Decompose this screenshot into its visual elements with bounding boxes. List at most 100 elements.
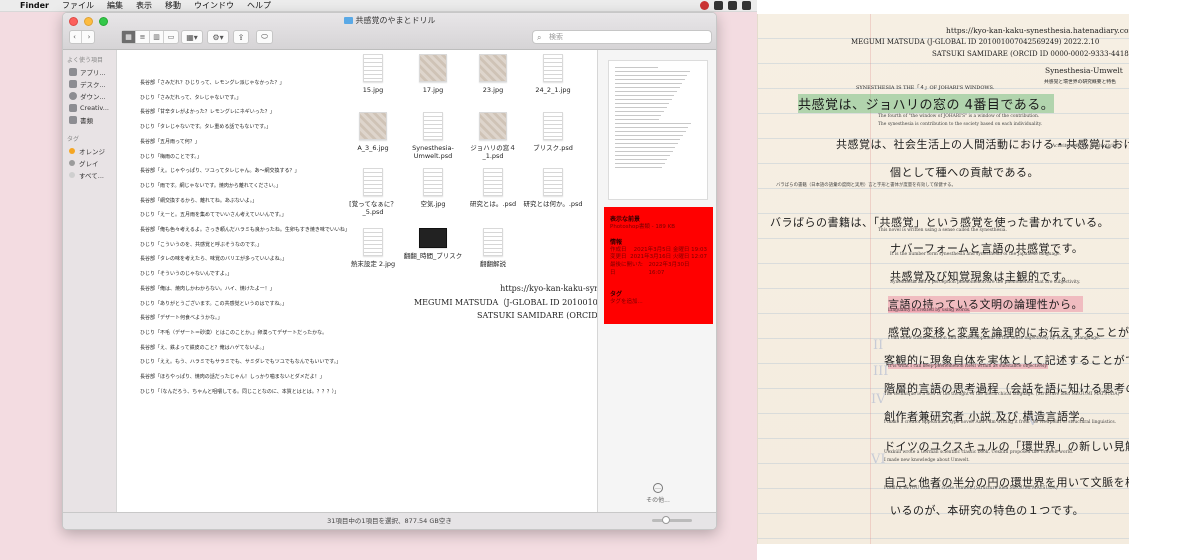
menu-go[interactable]: 移動 bbox=[165, 0, 181, 11]
desktop-icon bbox=[69, 80, 77, 88]
sidebar: よく使う項目 アプリ... デスク... ダウン... Creativ... 書… bbox=[63, 50, 117, 514]
sidebar-item-desktop[interactable]: デスク... bbox=[63, 78, 116, 90]
overlay-orcid-line: SATSUKI SAMIDARE (ORCID ID 0000-0002-933… bbox=[477, 311, 597, 320]
document-line: ひじり「（なんだろう、ちゃんと咀嚼してる。同じことなのに、本質とはとは。？？？）… bbox=[140, 388, 340, 395]
file-name: 研究とは何か。.psd bbox=[523, 200, 583, 208]
tag-button[interactable]: ⬭ bbox=[256, 30, 273, 44]
icon-view-icon[interactable]: ▦ bbox=[122, 31, 136, 43]
document-line: ひじり「えーと。五月雨を集めてでいいさん考えていいんです。」 bbox=[140, 212, 287, 219]
handwritten-line: 個として種への貢献である。 bbox=[890, 166, 1040, 179]
document-line: ひじり「ありがとうございます。この共感覚というのはですね。」 bbox=[140, 300, 288, 307]
share-icon: ⇪ bbox=[237, 32, 245, 42]
menu-window[interactable]: ウインドウ bbox=[194, 0, 234, 11]
document-line: ひじり「雨です。網じゃないです。焼肉から離れてください。」 bbox=[140, 182, 282, 189]
roman-numeral: IV bbox=[871, 392, 886, 407]
document-text: 長谷部「さみだれ？ひじりって、レモングレ派じゃなかった？」 ひじり「さみだれって、… bbox=[140, 76, 370, 399]
sidebar-tag-orange[interactable]: オレンジ bbox=[63, 145, 116, 157]
info-header: 情報 bbox=[610, 239, 623, 247]
sidebar-item-documents[interactable]: 書類 bbox=[63, 114, 116, 126]
menu-finder[interactable]: Finder bbox=[20, 1, 49, 10]
english-line: I make a creator appearance type novel. … bbox=[884, 420, 1117, 425]
roman-numeral: III bbox=[873, 364, 889, 379]
list-view-icon[interactable]: ≡ bbox=[136, 31, 150, 43]
title-bar: 共感覚のやまとドリル ‹ › ▦ ≡ ▥ ▭ ▦▾ ⚙▾ ⇪ ⬭ ⌕ 検索 bbox=[63, 13, 716, 50]
document-icon bbox=[69, 116, 77, 124]
icon-size-slider[interactable] bbox=[652, 516, 692, 524]
file-item[interactable]: Synesthesia-Umwelt.psd bbox=[403, 112, 463, 160]
sidebar-item-creative[interactable]: Creativ... bbox=[63, 102, 116, 114]
document-line: 長谷部「デザート何食べようかな。」 bbox=[140, 315, 223, 322]
menu-help[interactable]: ヘルプ bbox=[247, 0, 271, 11]
menu-view[interactable]: 表示 bbox=[136, 0, 152, 11]
record-icon[interactable] bbox=[700, 1, 709, 10]
english-line: Synesthesia and a perception phenomenon … bbox=[890, 280, 1081, 285]
search-icon: ⌕ bbox=[537, 33, 542, 42]
group-icon: ▦▾ bbox=[186, 32, 198, 42]
file-item[interactable]: [覚ってなぁに？_5.psd bbox=[343, 168, 403, 216]
file-item[interactable]: 23.jpg bbox=[463, 54, 523, 94]
add-tags-field[interactable]: タグを追加... bbox=[610, 299, 707, 307]
action-button[interactable]: ⚙▾ bbox=[207, 30, 229, 44]
sidebar-item-downloads[interactable]: ダウン... bbox=[63, 90, 116, 102]
more-button[interactable]: … その他... bbox=[598, 483, 716, 504]
back-forward-buttons[interactable]: ‹ › bbox=[69, 30, 95, 44]
english-line: This novel is written using a sense call… bbox=[878, 228, 1007, 233]
note-url: https://kyo-kan-kaku-synesthesia.hatenad… bbox=[946, 26, 1129, 35]
overlay-credit: https://kyo-kan-kaku-synesthesia.hatenad… bbox=[370, 282, 597, 323]
sidebar-tag-gray[interactable]: グレイ bbox=[63, 157, 116, 169]
gray-tag-icon bbox=[69, 160, 75, 166]
file-item[interactable]: 研究とは何か。.psd bbox=[523, 168, 583, 208]
english-line: The technique is a flow of the thought o… bbox=[884, 392, 1120, 397]
document-line: 長谷部「甘辛タレがよかった？レモングレにネギいった？」 bbox=[140, 109, 275, 116]
status-bar: 31項目中の1項目を選択、877.54 GB空き bbox=[63, 512, 716, 529]
status-app-icon[interactable] bbox=[714, 1, 723, 10]
forward-icon[interactable]: › bbox=[82, 31, 96, 43]
file-name: 熱末設定 2.jpg bbox=[350, 260, 396, 268]
file-item[interactable]: ジョハリの窓４_1.psd bbox=[463, 112, 523, 160]
file-item[interactable]: 研究とは。.psd bbox=[463, 168, 523, 208]
file-item[interactable]: 15.jpg bbox=[343, 54, 403, 94]
sidebar-tag-all[interactable]: すべて... bbox=[63, 169, 116, 181]
file-item[interactable]: ブリスク.psd bbox=[523, 112, 583, 152]
group-button[interactable]: ▦▾ bbox=[181, 30, 203, 44]
roman-numeral: II bbox=[873, 338, 884, 353]
back-icon[interactable]: ‹ bbox=[68, 31, 82, 43]
file-name: 翻翻解説 bbox=[480, 260, 506, 268]
file-item[interactable]: 翻翻解説 bbox=[463, 228, 523, 268]
file-thumbnail-icon bbox=[543, 112, 563, 140]
sidebar-tags-header: タグ bbox=[67, 136, 80, 143]
more-icon: … bbox=[653, 483, 663, 493]
tags-header: タグ bbox=[610, 291, 623, 299]
roman-numeral: V bbox=[1028, 414, 1038, 429]
file-thumbnail-icon bbox=[363, 228, 383, 256]
file-thumbnail-icon bbox=[419, 54, 447, 82]
column-view-icon[interactable]: ▥ bbox=[150, 31, 164, 43]
menu-file[interactable]: ファイル bbox=[62, 0, 94, 11]
sidebar-item-applications[interactable]: アプリ... bbox=[63, 66, 116, 78]
english-line: I made new knowledge about Umwelt. bbox=[884, 458, 970, 463]
file-item[interactable]: 空気.jpg bbox=[403, 168, 463, 208]
file-item[interactable]: 熱末設定 2.jpg bbox=[343, 228, 403, 268]
english-line: Linguality is created by using words. bbox=[888, 308, 971, 313]
file-item[interactable]: 翻翻_時間_ブリスク bbox=[403, 228, 463, 260]
share-button[interactable]: ⇪ bbox=[233, 30, 249, 44]
document-line: ひじり「さみだれって、タレじゃないです。」 bbox=[140, 94, 242, 101]
status-app-icon-2[interactable] bbox=[728, 1, 737, 10]
note-id-line: MEGUMI MATSUDA (J-GLOBAL ID 201001007042… bbox=[851, 38, 1100, 46]
note-orcid-line: SATSUKI SAMIDARE (ORCID ID 0000-0002-933… bbox=[932, 50, 1129, 58]
status-app-icon-3[interactable] bbox=[742, 1, 751, 10]
view-mode-segment[interactable]: ▦ ≡ ▥ ▭ bbox=[121, 30, 179, 44]
document-line: ひじり「タレじゃないです。タレ重める話でもないです。」 bbox=[140, 124, 272, 131]
document-line: ひじり「そういうのじゃないんですよ。」 bbox=[140, 271, 233, 278]
file-item[interactable]: A_3_6.jpg bbox=[343, 112, 403, 152]
english-line: The fourth of "the window of JOHARI'S" i… bbox=[878, 114, 1040, 119]
file-name: ブリスク.psd bbox=[533, 144, 573, 152]
slider-knob[interactable] bbox=[662, 516, 670, 524]
file-name: 24_2_1.jpg bbox=[535, 86, 571, 94]
file-item[interactable]: 17.jpg bbox=[403, 54, 463, 94]
search-field[interactable]: ⌕ 検索 bbox=[532, 30, 712, 44]
menu-edit[interactable]: 編集 bbox=[107, 0, 123, 11]
file-item[interactable]: 24_2_1.jpg bbox=[523, 54, 583, 94]
gallery-view-icon[interactable]: ▭ bbox=[164, 31, 178, 43]
preview-subtitle: Photoshop書類 - 189 KB bbox=[610, 223, 676, 230]
